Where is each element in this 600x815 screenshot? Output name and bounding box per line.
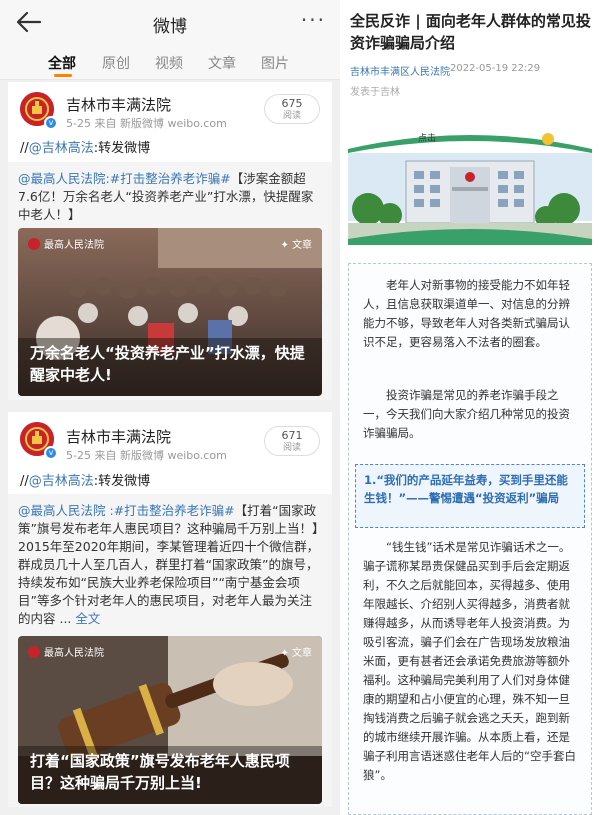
- article-card[interactable]: 最高人民法院 ✦ 文章 打着“国家政策”旗号发布老年人惠民项目？这种骗局千万别上…: [18, 636, 322, 804]
- card-caption: 打着“国家政策”旗号发布老年人惠民项目？这种骗局千万别上当!: [30, 752, 290, 792]
- post-meta: 5-25 来自 新版微博 weibo.com: [66, 117, 227, 130]
- quoted-text: @最高人民法院 :#打击整治养老诈骗#【打着“国家政策”旗号发布老年人惠民项目？…: [18, 502, 322, 628]
- highlight-box: 1.“我们的产品延年益寿，买到手里还能生钱！”——警惕遭遇“投资返利”骗局: [355, 464, 585, 528]
- court-building-banner: 点击: [348, 127, 592, 245]
- article-card[interactable]: 最高人民法院 ✦ 文章 万余名老人“投资养老产业”打水漂，快提醒家中老人!: [18, 228, 322, 396]
- weibo-post: v 吉林市丰满法院 5-25 来自 新版微博 weibo.com 675 阅读 …: [8, 82, 332, 400]
- card-source: 最高人民法院: [28, 236, 104, 251]
- repost-line: //@吉林高法:转发微博: [20, 137, 150, 156]
- court-emblem-icon: [28, 238, 40, 250]
- tab-all[interactable]: 全部: [48, 53, 76, 73]
- screenshot-root: 微博 ··· 全部 原创 视频 文章 图片 v 吉林市丰满法院 5-25 来自 …: [0, 0, 600, 815]
- article-location: 发表于吉林: [350, 87, 400, 98]
- section-heading: 1.“我们的产品延年益寿，买到手里还能生钱！”——警惕遭遇“投资返利”骗局: [364, 473, 568, 505]
- article-paragraph: “钱生钱”话术是常见诈骗话术之一。骗子谎称某昂贵保健品买到手后会定期返利，不久之…: [363, 540, 576, 782]
- court-building-image: [348, 127, 592, 245]
- repost-prefix: //: [20, 474, 29, 489]
- read-count-badge: 675 阅读: [264, 94, 320, 124]
- read-count-badge: 671 阅读: [264, 426, 320, 456]
- card-caption: 万余名老人“投资养老产业”打水漂，快提醒家中老人!: [30, 344, 305, 384]
- quote-topic-link[interactable]: :#打击整治养老诈骗#: [106, 171, 231, 186]
- more-options-icon[interactable]: ···: [301, 8, 326, 32]
- page-title: 微博: [153, 17, 187, 37]
- read-count: 675: [281, 97, 303, 110]
- quote-body: 【打着“国家政策”旗号发布老年人惠民项目？这种骗局千万别上当！】2015年至20…: [18, 503, 320, 626]
- tab-image[interactable]: 图片: [261, 53, 289, 73]
- card-type-label: 文章: [292, 648, 312, 659]
- read-more-link[interactable]: 全文: [75, 611, 100, 626]
- quoted-post[interactable]: @最高人民法院:#打击整治养老诈骗#【涉案金额超7.6亿！万余名老人“投资养老产…: [8, 162, 332, 400]
- card-type: ✦ 文章: [280, 236, 312, 251]
- court-emblem-icon: [28, 646, 40, 658]
- article-paragraph: 投资诈骗是常见的养老诈骗手段之一，今天我们向大家介绍几种常见的投资诈骗骗局。: [363, 388, 570, 440]
- repost-line: //@吉林高法:转发微博: [20, 470, 150, 489]
- article-star-icon: ✦: [280, 648, 292, 659]
- weibo-feed-panel: 微博 ··· 全部 原创 视频 文章 图片 v 吉林市丰满法院 5-25 来自 …: [0, 0, 340, 815]
- post-meta: 5-25 来自 新版微博 weibo.com: [66, 449, 227, 462]
- tab-video[interactable]: 视频: [155, 53, 183, 73]
- read-label: 阅读: [282, 111, 301, 121]
- read-label: 阅读: [282, 443, 301, 453]
- article-paragraph: 老年人对新事物的接受能力不如年轻人，且信息获取渠道单一、对信息的分辨能力不够，导…: [363, 278, 570, 349]
- quoted-post[interactable]: @最高人民法院 :#打击整治养老诈骗#【打着“国家政策”旗号发布老年人惠民项目？…: [8, 494, 332, 807]
- repost-suffix: :转发微博: [93, 141, 151, 156]
- card-source: 最高人民法院: [28, 644, 104, 659]
- tab-original[interactable]: 原创: [102, 53, 130, 73]
- post-author[interactable]: 吉林市丰满法院: [66, 426, 171, 447]
- article-date: 2022-05-19 22:29: [450, 63, 541, 74]
- feed-tabs: 全部 原创 视频 文章 图片: [0, 44, 340, 80]
- card-type: ✦ 文章: [280, 644, 312, 659]
- read-count: 671: [281, 429, 303, 442]
- quote-author-link[interactable]: @最高人民法院: [18, 171, 106, 186]
- verified-badge-icon: v: [44, 116, 58, 130]
- article-star-icon: ✦: [280, 240, 292, 251]
- card-type-label: 文章: [292, 240, 312, 251]
- weibo-top-bar: 微博 ···: [0, 0, 340, 44]
- weibo-post: v 吉林市丰满法院 5-25 来自 新版微博 weibo.com 671 阅读 …: [8, 412, 332, 807]
- active-tab-indicator: [54, 74, 72, 77]
- banner-label: 点击: [418, 134, 437, 144]
- quoted-text: @最高人民法院:#打击整治养老诈骗#【涉案金额超7.6亿！万余名老人“投资养老产…: [18, 170, 322, 224]
- verified-badge-icon: v: [44, 446, 58, 460]
- article-body: 老年人对新事物的接受能力不如年轻人，且信息获取渠道单一、对信息的分辨能力不够，导…: [348, 263, 592, 815]
- repost-prefix: //: [20, 141, 29, 156]
- card-source-label: 最高人民法院: [44, 648, 104, 659]
- card-source-label: 最高人民法院: [44, 240, 104, 251]
- quote-topic-link[interactable]: :#打击整治养老诈骗#: [106, 503, 234, 518]
- article-title: 全民反诈 | 面向老年人群体的常见投资诈骗骗局介绍: [350, 12, 591, 52]
- post-author[interactable]: 吉林市丰满法院: [66, 94, 171, 115]
- repost-suffix: :转发微博: [93, 474, 151, 489]
- article-panel: 全民反诈 | 面向老年人群体的常见投资诈骗骗局介绍 吉林市丰满区人民法院 202…: [340, 0, 600, 815]
- tab-article[interactable]: 文章: [208, 53, 236, 73]
- repost-link[interactable]: @吉林高法: [29, 141, 94, 156]
- quote-author-link[interactable]: @最高人民法院: [18, 503, 106, 518]
- repost-link[interactable]: @吉林高法: [29, 474, 94, 489]
- article-org-link[interactable]: 吉林市丰满区人民法院: [350, 63, 450, 78]
